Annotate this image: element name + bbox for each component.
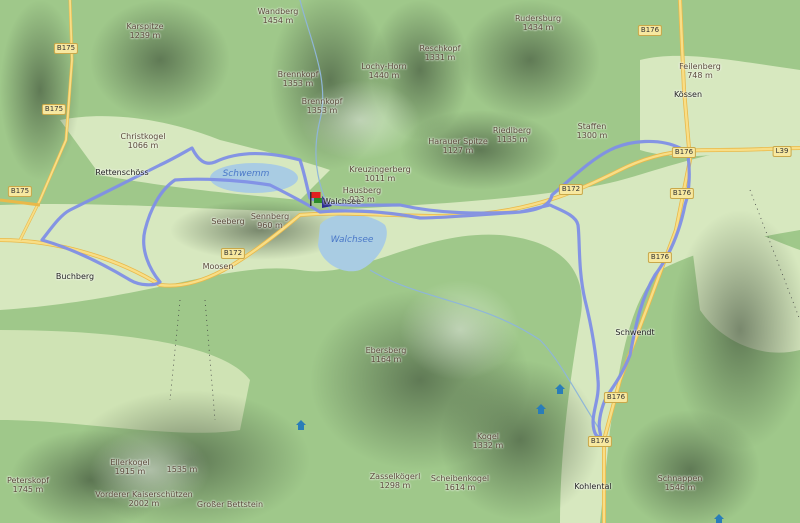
peak-label: Scheibenkogel 1614 m	[430, 474, 490, 492]
road-shield: B176	[671, 147, 697, 158]
peak-label: Kreuzingerberg 1011 m	[349, 165, 411, 183]
road-shield: B176	[603, 392, 629, 403]
peak-label: Karspitze 1239 m	[126, 22, 164, 40]
road-shield: B176	[637, 25, 663, 36]
peak-label: Peterskopf 1745 m	[6, 476, 50, 494]
peak-label: Schnappen 1546 m	[657, 474, 703, 492]
peak-label: Kogel 1332 m	[472, 432, 504, 450]
peak-label: Harauer Spitze 1127 m	[428, 137, 488, 155]
town-label: Kössen	[673, 90, 703, 99]
peak-label: Lochy-Horn 1440 m	[361, 62, 407, 80]
peak-label: Seeberg	[211, 217, 245, 226]
peak-label: Sennberg 960 m	[250, 212, 290, 230]
road-shield: B172	[558, 184, 584, 195]
road-shield: B175	[7, 186, 33, 197]
peak-label: Wandberg 1454 m	[257, 7, 299, 25]
shelter-icon[interactable]	[714, 514, 724, 523]
peak-label: 1535 m	[166, 465, 198, 474]
peak-label: Staffen 1300 m	[576, 122, 608, 140]
peak-label: Reschkopf 1331 m	[419, 44, 461, 62]
peak-label: Vorderer Kaiserschützen 2002 m	[95, 490, 193, 508]
road-label: Moosen	[202, 262, 234, 271]
town-label: Rettenschöss	[95, 168, 149, 177]
shelter-icon[interactable]	[555, 384, 565, 394]
town-label: Schwendt	[615, 328, 655, 337]
road-shield: B172	[220, 248, 246, 259]
road-shield: B175	[53, 43, 79, 54]
town-label: Buchberg	[55, 272, 95, 281]
peak-label: Rudersburg 1434 m	[514, 14, 562, 32]
peak-label: Zasselkögerl 1298 m	[369, 472, 421, 490]
town-label: Kohlental	[574, 482, 612, 491]
road-shield: L39	[772, 146, 792, 157]
shelter-icon[interactable]	[296, 420, 306, 430]
road-shield: B175	[41, 104, 67, 115]
peak-label: Brennkopf 1353 m	[277, 70, 319, 88]
peak-label: Feilenberg 748 m	[679, 62, 721, 80]
peak-label: Ebersberg 1164 m	[365, 346, 407, 364]
peak-label: Brennkopf 1353 m	[301, 97, 343, 115]
lake-label: Schwemm	[222, 169, 270, 179]
town-label: Walchsee	[322, 197, 362, 206]
road-shield: B176	[669, 188, 695, 199]
lake-label: Walchsee	[330, 235, 374, 245]
shelter-icon[interactable]	[536, 404, 546, 414]
road-shield: B176	[587, 436, 613, 447]
road-shield: B176	[647, 252, 673, 263]
map-canvas[interactable]: Karspitze 1239 m Wandberg 1454 m Rudersbur…	[0, 0, 800, 523]
peak-label: Großer Bettstein	[196, 500, 264, 509]
peak-label: Christkogel 1066 m	[120, 132, 166, 150]
peak-label: Riedlberg 1135 m	[492, 126, 532, 144]
peak-label: Ellerkogel 1915 m	[110, 458, 150, 476]
